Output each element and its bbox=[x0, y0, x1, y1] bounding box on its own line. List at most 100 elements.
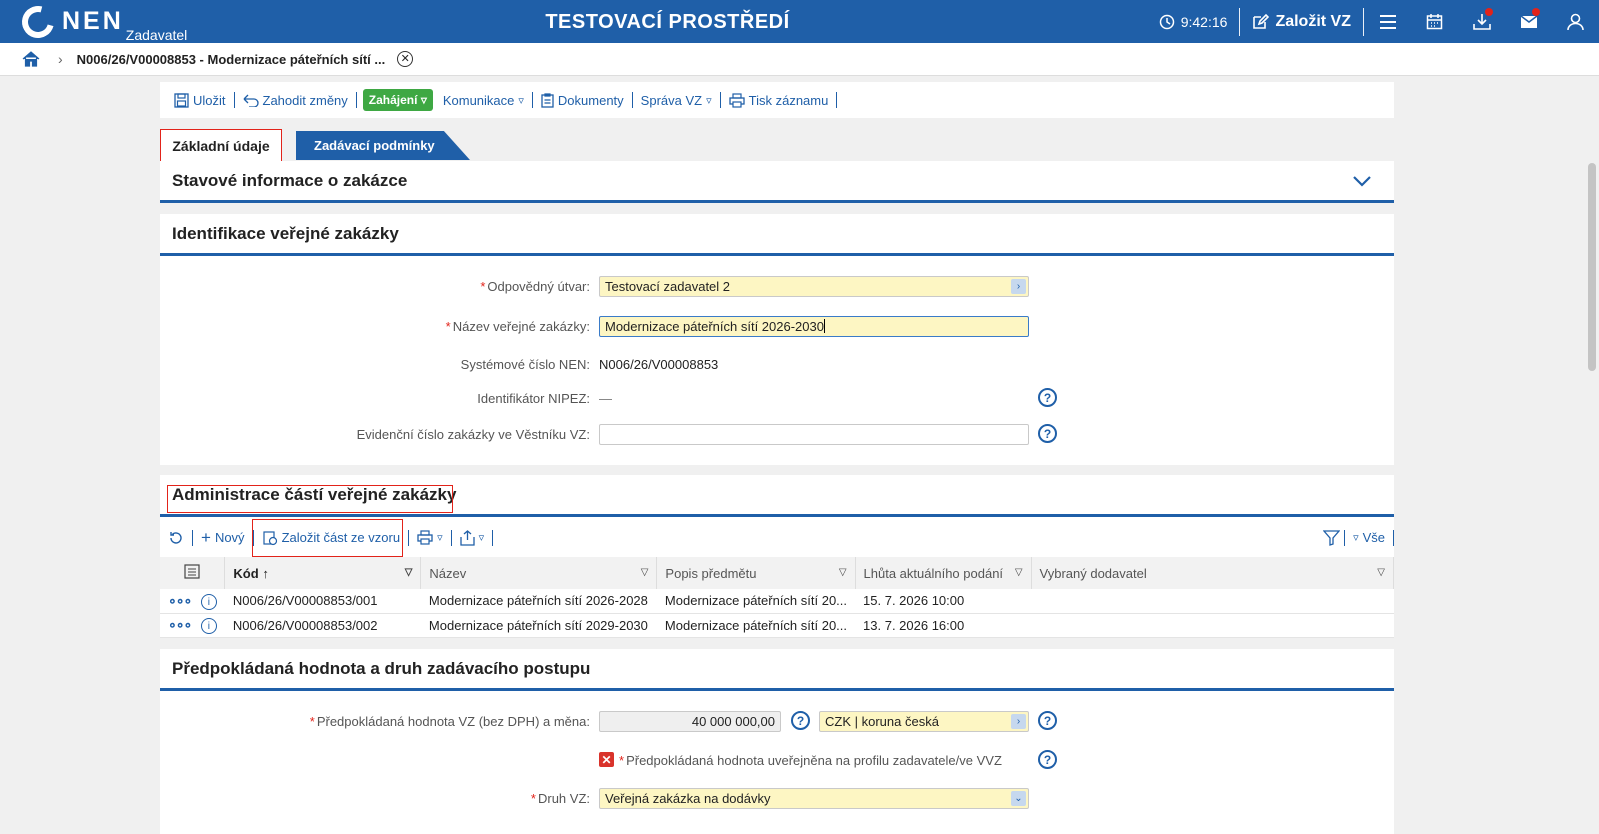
messages-button[interactable] bbox=[1505, 0, 1552, 43]
chevron-down-icon: ▿ bbox=[518, 94, 524, 107]
section-title: Předpokládaná hodnota a druh zadávacího … bbox=[172, 658, 591, 678]
create-vz-label: Založit VZ bbox=[1275, 12, 1351, 30]
unit-label-text: Odpovědný útvar: bbox=[487, 278, 590, 294]
table-row[interactable]: ∘∘∘ i N006/26/V00008853/002 Modernizace … bbox=[160, 613, 1394, 638]
manage-vz-dropdown[interactable]: Správa VZ ▿ bbox=[635, 93, 718, 108]
info-icon[interactable]: i bbox=[200, 618, 217, 635]
highlight-box bbox=[252, 519, 403, 557]
save-button[interactable]: Uložit bbox=[168, 93, 232, 108]
cell-description: Modernizace páteřních sítí 20... bbox=[656, 589, 856, 614]
name-value: Modernizace páteřních sítí 2026-2030 bbox=[605, 318, 824, 334]
help-icon[interactable]: ? bbox=[1038, 424, 1057, 443]
filter-icon[interactable] bbox=[1323, 529, 1341, 546]
column-deadline-label: Lhůta aktuálního podání bbox=[863, 565, 1004, 581]
kind-value: Veřejná zakázka na dodávky bbox=[605, 790, 771, 806]
communication-label: Komunikace bbox=[442, 92, 515, 108]
table-row[interactable]: ∘∘∘ i N006/26/V00008853/001 Modernizace … bbox=[160, 589, 1394, 614]
more-actions-icon[interactable]: ∘∘∘ bbox=[168, 592, 192, 608]
downloads-button[interactable] bbox=[1458, 0, 1505, 43]
menu-button[interactable] bbox=[1364, 0, 1411, 43]
view-all-dropdown[interactable]: ▿ Vše bbox=[1349, 530, 1389, 545]
communication-dropdown[interactable]: Komunikace ▿ bbox=[437, 93, 530, 108]
create-vz-button[interactable]: Založit VZ bbox=[1240, 13, 1363, 31]
status-section[interactable]: Stavové informace o zakázce bbox=[160, 161, 1394, 203]
scrollbar-thumb[interactable] bbox=[1588, 163, 1596, 371]
export-dropdown[interactable]: ▿ bbox=[456, 529, 489, 546]
currency-select[interactable]: CZK | koruna česká › bbox=[819, 710, 1029, 732]
table-header-row: Kód ↑ ▽ Název ▽ Popis předmětu ▽ Lhůta aktu… bbox=[160, 557, 1395, 589]
published-label-text: Předpokládaná hodnota uveřejněna na prof… bbox=[626, 753, 1002, 768]
info-icon[interactable]: i bbox=[200, 594, 217, 610]
chevron-down-icon: ▿ bbox=[1353, 532, 1359, 544]
more-actions-icon[interactable]: ∘∘∘ bbox=[168, 616, 192, 632]
sort-up-icon: ↑ bbox=[262, 565, 269, 581]
column-name[interactable]: Název ▽ bbox=[420, 557, 658, 589]
section-header: Identifikace veřejné zakázky bbox=[160, 214, 1394, 256]
chevron-right-icon[interactable]: › bbox=[1011, 713, 1026, 729]
documents-button[interactable]: Dokumenty bbox=[535, 93, 630, 108]
clock-time: 9:42:16 bbox=[1180, 13, 1228, 30]
column-description-label: Popis předmětu bbox=[665, 565, 757, 581]
help-icon[interactable]: ? bbox=[1038, 388, 1057, 407]
refresh-icon[interactable] bbox=[168, 530, 184, 546]
tab-conditions[interactable]: Zadávací podmínky bbox=[296, 131, 470, 160]
estimated-value-input[interactable]: 40 000 000,00 bbox=[599, 710, 781, 732]
identification-section: Identifikace veřejné zakázky * Odpovědný … bbox=[160, 214, 1394, 465]
breadcrumb-current[interactable]: N006/26/V00008853 - Modernizace páteřníc… bbox=[77, 52, 386, 67]
cell-supplier bbox=[1031, 589, 1394, 614]
filter-arrow-icon[interactable]: ▽ bbox=[1015, 567, 1023, 578]
start-dropdown-button[interactable]: Zahájení ▿ bbox=[362, 89, 433, 111]
print-record-button[interactable]: Tisk záznamu bbox=[723, 93, 835, 108]
kind-label: * Druh VZ: bbox=[531, 791, 590, 806]
contract-kind-select[interactable]: Veřejná zakázka na dodávky ⌄ bbox=[599, 787, 1029, 809]
column-description[interactable]: Popis předmětu ▽ bbox=[656, 557, 856, 589]
home-icon[interactable] bbox=[22, 50, 40, 68]
chevron-right-icon[interactable]: › bbox=[1011, 278, 1026, 294]
contract-name-input[interactable]: Modernizace páteřních sítí 2026-2030 bbox=[599, 315, 1029, 337]
responsible-unit-select[interactable]: Testovací zadavatel 2 › bbox=[599, 275, 1029, 297]
column-code[interactable]: Kód ↑ ▽ bbox=[224, 557, 422, 589]
filter-arrow-icon[interactable]: ▽ bbox=[839, 567, 847, 578]
printer-icon bbox=[417, 530, 433, 545]
calendar-button[interactable] bbox=[1411, 0, 1458, 43]
help-icon[interactable]: ? bbox=[791, 711, 810, 730]
chevron-down-icon: ▿ bbox=[706, 94, 712, 107]
cell-supplier bbox=[1031, 613, 1394, 638]
discard-changes-button[interactable]: Zahodit změny bbox=[237, 93, 354, 108]
help-icon[interactable]: ? bbox=[1038, 750, 1057, 769]
column-name-label: Název bbox=[429, 565, 467, 581]
published-checkbox[interactable]: ✕ bbox=[599, 752, 614, 767]
tab-basic-info[interactable]: Základní údaje bbox=[160, 129, 282, 162]
amount-label: * Předpokládaná hodnota VZ (bez DPH) a mě… bbox=[310, 714, 590, 729]
divider bbox=[1344, 529, 1346, 546]
column-settings-cell[interactable] bbox=[160, 557, 226, 589]
kind-row: * Druh VZ: Veřejná zakázka na dodávky ⌄ bbox=[160, 786, 1394, 810]
column-deadline[interactable]: Lhůta aktuálního podání ▽ bbox=[855, 557, 1032, 589]
session-clock: 9:42:16 bbox=[1159, 14, 1240, 30]
document-icon bbox=[541, 92, 554, 108]
divider bbox=[631, 92, 633, 108]
divider bbox=[355, 92, 357, 108]
print-dropdown[interactable]: ▿ bbox=[413, 530, 447, 545]
divider bbox=[1393, 529, 1394, 546]
close-icon[interactable]: ✕ bbox=[397, 51, 414, 67]
filter-arrow-icon[interactable]: ▽ bbox=[641, 567, 649, 578]
column-supplier[interactable]: Vybraný dodavatel ▽ bbox=[1031, 557, 1395, 589]
nipez-label: Identifikátor NIPEZ: bbox=[477, 390, 590, 406]
user-button[interactable] bbox=[1552, 0, 1599, 43]
undo-icon bbox=[243, 94, 259, 107]
chevron-down-icon[interactable]: ⌄ bbox=[1011, 790, 1026, 806]
journal-number-input[interactable] bbox=[599, 423, 1029, 445]
chevron-down-icon[interactable] bbox=[1352, 174, 1372, 188]
row-actions-cell: ∘∘∘ i bbox=[160, 589, 225, 614]
help-icon[interactable]: ? bbox=[1038, 711, 1057, 730]
section-title: Identifikace veřejné zakázky bbox=[172, 223, 399, 243]
divider bbox=[492, 529, 494, 546]
new-part-button[interactable]: + Nový bbox=[197, 528, 249, 548]
export-icon bbox=[459, 529, 475, 546]
all-label: Vše bbox=[1362, 530, 1385, 545]
filter-arrow-icon[interactable]: ▽ bbox=[405, 567, 413, 578]
filter-arrow-icon[interactable]: ▽ bbox=[1377, 567, 1385, 578]
evid-label: Evidenční číslo zakázky ve Věstníku VZ: bbox=[356, 426, 590, 442]
divider bbox=[192, 529, 193, 546]
